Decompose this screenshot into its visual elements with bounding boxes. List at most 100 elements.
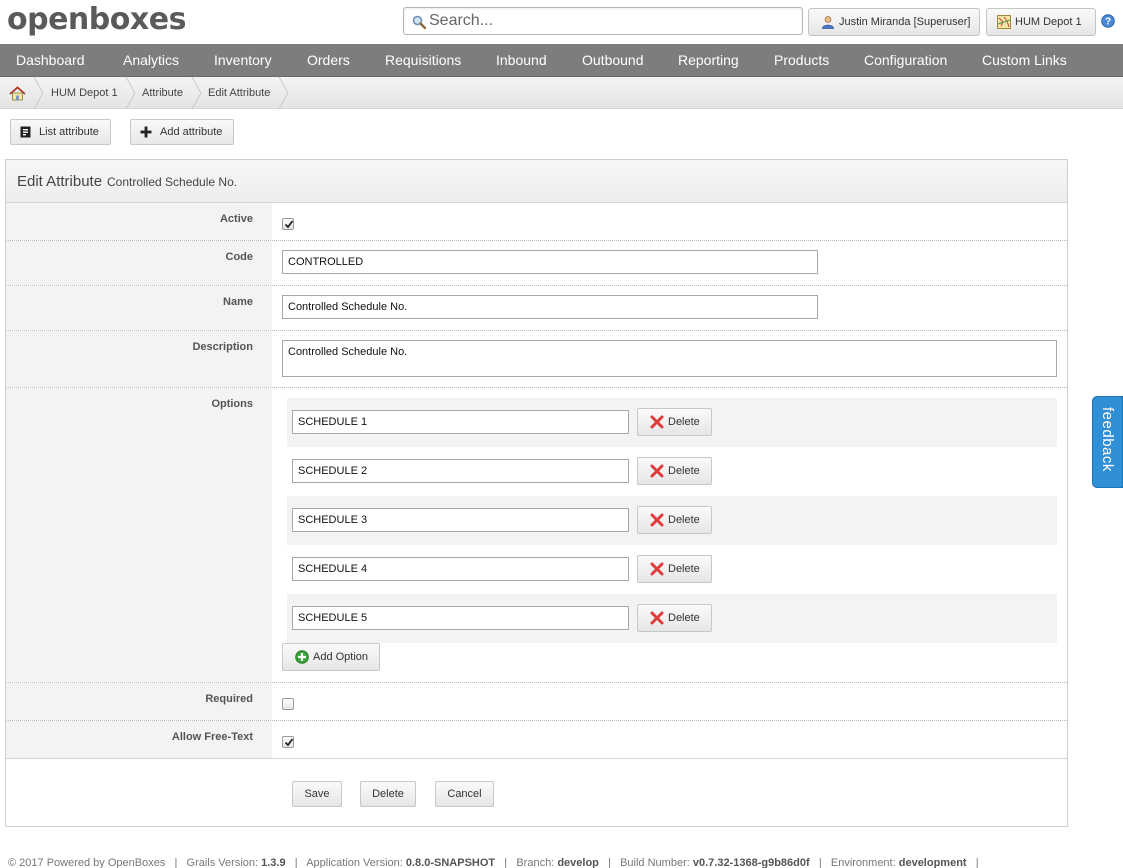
nav-item-configuration[interactable]: Configuration [864, 44, 947, 77]
footer-app-version-label: Application Version: [306, 857, 403, 868]
option-input-2[interactable] [292, 459, 629, 483]
nav-item-dashboard[interactable]: Dashboard [16, 44, 85, 77]
footer-branch-label: Branch: [516, 857, 555, 868]
feedback-tab[interactable]: feedback [1092, 396, 1123, 488]
option-input-5[interactable] [292, 606, 629, 630]
main-navigation: Dashboard Analytics Inventory Orders Req… [0, 44, 1123, 77]
delete-x-icon [650, 611, 664, 625]
list-attribute-label: List attribute [39, 126, 99, 138]
nav-item-requisitions[interactable]: Requisitions [385, 44, 461, 77]
nav-item-orders[interactable]: Orders [307, 44, 350, 77]
option-input-4[interactable] [292, 557, 629, 581]
help-icon[interactable]: ? [1101, 14, 1115, 28]
nav-item-reporting[interactable]: Reporting [678, 44, 739, 77]
delete-option-button-2[interactable]: Delete [637, 457, 712, 485]
search-icon [412, 15, 427, 30]
save-button[interactable]: Save [292, 781, 342, 807]
nav-item-custom-links[interactable]: Custom Links [982, 44, 1067, 77]
name-label: Name [223, 296, 253, 308]
nav-item-inventory[interactable]: Inventory [214, 44, 272, 77]
delete-x-icon [650, 513, 664, 527]
breadcrumb-separator-icon [278, 77, 289, 109]
footer-grails-version: 1.3.9 [261, 857, 286, 868]
option-item: Delete [287, 496, 1057, 545]
search-input[interactable] [429, 11, 789, 31]
app-logo[interactable]: openboxes [7, 2, 186, 37]
form-title: Edit Attribute [17, 173, 103, 190]
location-menu-button[interactable]: HUM Depot 1 [986, 8, 1096, 36]
delete-button[interactable]: Delete [360, 781, 416, 807]
option-item: Delete [287, 447, 1057, 496]
user-icon [822, 16, 834, 29]
delete-option-label: Delete [668, 416, 700, 428]
allow-free-text-label: Allow Free-Text [171, 731, 253, 743]
delete-option-button-5[interactable]: Delete [637, 604, 712, 632]
footer-build-label: Build Number: [620, 857, 690, 868]
location-map-icon [997, 15, 1011, 29]
svg-text:?: ? [1105, 17, 1111, 28]
nav-item-outbound[interactable]: Outbound [582, 44, 644, 77]
footer-copyright: © 2017 Powered by OpenBoxes [8, 857, 166, 868]
nav-item-inbound[interactable]: Inbound [496, 44, 547, 77]
options-label: Options [211, 398, 253, 410]
home-icon[interactable] [9, 86, 26, 101]
footer-branch: develop [557, 857, 599, 868]
delete-option-label: Delete [668, 514, 700, 526]
allow-free-text-checkbox[interactable] [282, 736, 294, 748]
footer-build-number: v0.7.32-1368-g9b86d0f [692, 857, 810, 868]
option-item: Delete [287, 545, 1057, 594]
add-circle-icon [295, 650, 309, 664]
required-label: Required [205, 693, 253, 705]
page-footer: © 2017 Powered by OpenBoxes | Grails Ver… [8, 857, 979, 868]
footer-grails-label: Grails Version: [186, 857, 259, 868]
feedback-label: feedback [1099, 407, 1116, 472]
add-option-label: Add Option [313, 651, 369, 663]
location-name: HUM Depot 1 [1015, 16, 1082, 28]
description-textarea[interactable]: Controlled Schedule No. [282, 340, 1057, 377]
delete-option-button-4[interactable]: Delete [637, 555, 712, 583]
active-label: Active [219, 213, 253, 225]
delete-option-button-1[interactable]: Delete [637, 408, 712, 436]
required-checkbox[interactable] [282, 698, 294, 710]
breadcrumb-attribute[interactable]: Attribute [142, 77, 183, 109]
delete-x-icon [650, 415, 664, 429]
user-menu-button[interactable]: Justin Miranda [Superuser] [808, 8, 980, 36]
delete-option-label: Delete [668, 612, 700, 624]
checkmark-icon [284, 220, 294, 229]
global-search[interactable] [403, 7, 803, 35]
active-row: Active [6, 203, 1067, 241]
breadcrumb-separator-icon [33, 77, 44, 109]
edit-attribute-form: Edit Attribute Controlled Schedule No. A… [5, 159, 1068, 827]
breadcrumb-location[interactable]: HUM Depot 1 [51, 77, 118, 109]
delete-x-icon [650, 464, 664, 478]
options-row: Options Delete Delete Delete [6, 388, 1067, 683]
nav-item-products[interactable]: Products [774, 44, 829, 77]
add-option-button[interactable]: Add Option [282, 643, 380, 671]
name-row: Name [6, 286, 1067, 331]
code-input[interactable] [282, 250, 818, 274]
description-row: Description Controlled Schedule No. [6, 331, 1067, 388]
add-attribute-button[interactable]: Add attribute [130, 119, 234, 145]
user-name: Justin Miranda [Superuser] [839, 16, 971, 28]
option-input-3[interactable] [292, 508, 629, 532]
checkmark-icon [284, 738, 294, 747]
footer-app-version: 0.8.0-SNAPSHOT [405, 857, 496, 868]
delete-option-label: Delete [668, 563, 700, 575]
delete-x-icon [650, 562, 664, 576]
delete-option-button-3[interactable]: Delete [637, 506, 712, 534]
footer-environment-label: Environment: [830, 857, 896, 868]
breadcrumb-edit-attribute: Edit Attribute [208, 87, 271, 99]
name-input[interactable] [282, 295, 818, 319]
list-attribute-button[interactable]: List attribute [10, 119, 111, 145]
option-input-1[interactable] [292, 410, 629, 434]
add-attribute-label: Add attribute [160, 126, 223, 138]
delete-option-label: Delete [668, 465, 700, 477]
nav-item-analytics[interactable]: Analytics [123, 44, 179, 77]
breadcrumb-separator-icon [191, 77, 202, 109]
active-checkbox[interactable] [282, 218, 294, 230]
breadcrumb: HUM Depot 1 Attribute Edit Attribute [0, 77, 1123, 109]
breadcrumb-separator-icon [125, 77, 136, 109]
code-label: Code [225, 251, 254, 263]
form-subtitle: Controlled Schedule No. [107, 175, 238, 189]
cancel-button[interactable]: Cancel [435, 781, 494, 807]
